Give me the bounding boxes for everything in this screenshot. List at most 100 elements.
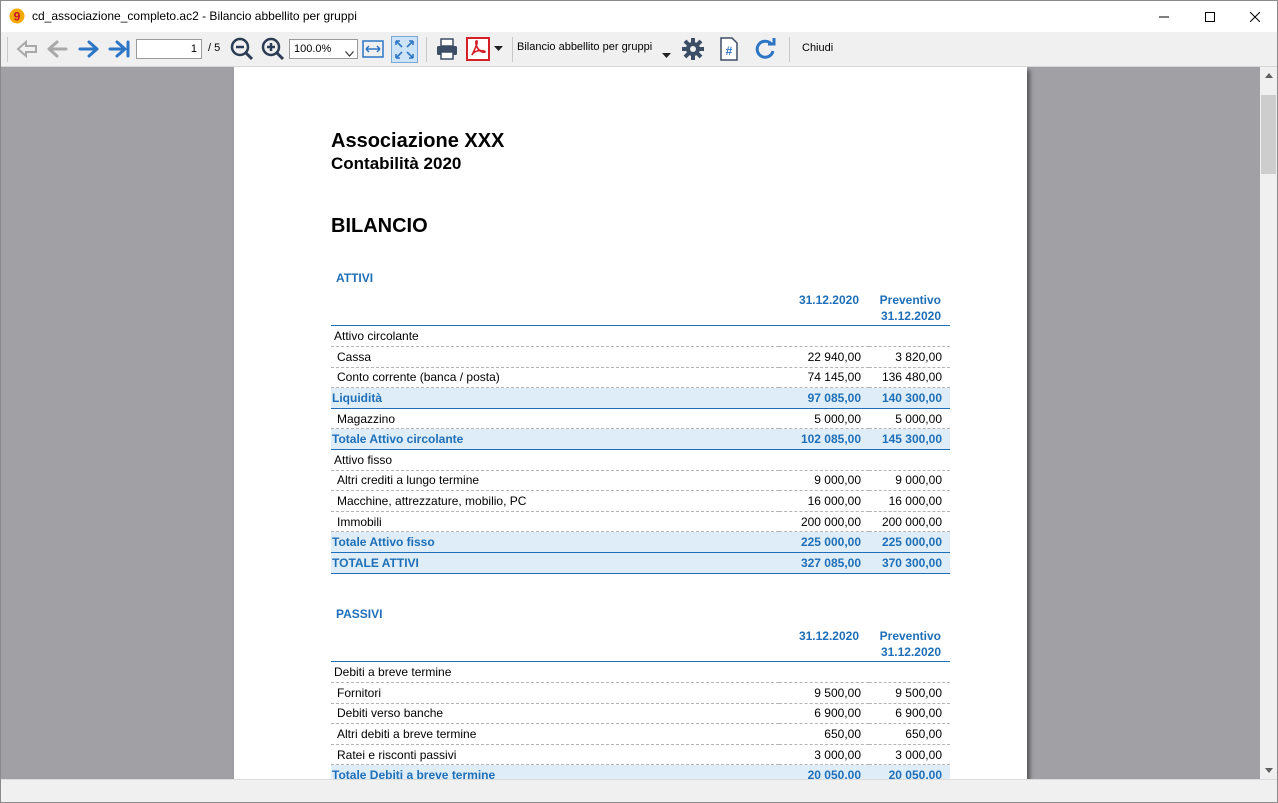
total-row: Liquidità 97 085,00 140 300,00: [331, 387, 950, 409]
table-row: Macchine, attrezzature, mobilio, PC 16 00…: [331, 490, 950, 512]
row-value-actual: 74 145,00: [779, 367, 869, 389]
section-title: PASSIVI: [336, 607, 383, 621]
column-header-budget-line1: Preventivo: [879, 293, 941, 307]
maximize-button[interactable]: [1187, 1, 1233, 32]
row-label: Attivo fisso: [331, 449, 779, 471]
group-header-row: Attivo fisso: [331, 449, 950, 471]
table-row: Cassa 22 940,00 3 820,00: [331, 346, 950, 368]
pdf-export-icon[interactable]: [465, 36, 491, 62]
row-label: TOTALE ATTIVI: [331, 552, 779, 574]
row-value-budget: [869, 449, 950, 471]
fit-page-toggle[interactable]: [391, 36, 418, 63]
row-label: Macchine, attrezzature, mobilio, PC: [331, 490, 779, 512]
toolbar-separator: [789, 37, 790, 62]
close-window-button[interactable]: [1232, 1, 1278, 32]
total-row: Totale Attivo circolante 102 085,00 145 30…: [331, 428, 950, 451]
scroll-up-icon[interactable]: [1260, 67, 1277, 84]
vertical-scrollbar[interactable]: [1260, 67, 1277, 779]
zoom-select[interactable]: 100.0%: [289, 39, 358, 59]
row-label: Immobili: [331, 511, 779, 533]
table-row: Conto corrente (banca / posta) 74 145,00 1…: [331, 367, 950, 389]
scrollbar-thumb[interactable]: [1261, 95, 1276, 174]
first-page-icon[interactable]: [14, 36, 40, 62]
organization-name: Associazione XXX: [331, 130, 505, 152]
row-label: Fornitori: [331, 682, 779, 704]
column-header-actual: 31.12.2020: [798, 293, 859, 307]
total-row: Totale Debiti a breve termine 20 050,00 20…: [331, 764, 950, 779]
row-value-actual: 22 940,00: [779, 346, 869, 368]
fit-width-icon[interactable]: [360, 36, 386, 62]
column-header-budget-line2: 31.12.2020: [880, 309, 941, 323]
table-row: Fornitori 9 500,00 9 500,00: [331, 682, 950, 704]
attivi-table: Attivo circolante Cassa 22 940,00 3 820,00 C…: [331, 326, 950, 574]
column-header-budget: Preventivo 31.12.2020: [861, 628, 941, 660]
page-number-hash-icon[interactable]: #: [716, 36, 742, 62]
toolbar-separator: [426, 37, 427, 62]
previous-page-icon[interactable]: [44, 36, 70, 62]
window-title: cd_associazione_completo.ac2 - Bilancio …: [32, 9, 357, 23]
row-label: Cassa: [331, 346, 779, 368]
zoom-in-icon[interactable]: [260, 36, 286, 62]
svg-text:9: 9: [14, 10, 21, 24]
table-row: Magazzino 5 000,00 5 000,00: [331, 408, 950, 430]
row-value-budget: 3 820,00: [869, 346, 950, 368]
table-row: Altri debiti a breve termine 650,00 650,00: [331, 723, 950, 745]
attivi-section: ATTIVI 31.12.2020 Preventivo 31.12.2020 …: [331, 270, 950, 580]
passivi-table: Debiti a breve termine Fornitori 9 500,00 9…: [331, 662, 950, 779]
row-label: Altri debiti a breve termine: [331, 723, 779, 745]
report-subtitle: Contabilità 2020: [331, 154, 462, 173]
report-title: BILANCIO: [331, 215, 428, 237]
row-value-actual: [779, 326, 869, 348]
row-value-actual: 650,00: [779, 723, 869, 745]
row-value-budget: 136 480,00: [869, 367, 950, 389]
row-value-actual: 102 085,00: [779, 428, 869, 451]
last-page-icon[interactable]: [106, 36, 132, 62]
svg-text:#: #: [726, 44, 733, 58]
table-row: Debiti verso banche 6 900,00 6 900,00: [331, 703, 950, 725]
refresh-icon[interactable]: [752, 36, 778, 62]
row-label: Conto corrente (banca / posta): [331, 367, 779, 389]
row-value-budget: [869, 326, 950, 348]
total-row: Totale Attivo fisso 225 000,00 225 000,00: [331, 531, 950, 554]
minimize-button[interactable]: [1141, 1, 1187, 32]
group-header-row: Attivo circolante: [331, 326, 950, 348]
toolbar-grip: [7, 37, 8, 62]
zoom-out-icon[interactable]: [229, 36, 255, 62]
zoom-value: 100.0%: [294, 43, 332, 55]
column-header-budget: Preventivo 31.12.2020: [861, 292, 941, 324]
row-value-actual: 200 000,00: [779, 511, 869, 533]
toolbar: 1 / 5 100.0% Bilancio abbellito per grup…: [1, 32, 1277, 67]
gear-icon[interactable]: [680, 36, 706, 62]
status-bar: [1, 779, 1277, 802]
print-preview-area[interactable]: Associazione XXX Contabilità 2020 BILANC…: [1, 67, 1260, 779]
row-value-budget: [869, 662, 950, 684]
row-label: Debiti a breve termine: [331, 662, 779, 684]
report-selector[interactable]: Bilancio abbellito per gruppi: [517, 41, 652, 53]
print-icon[interactable]: [434, 36, 460, 62]
row-value-budget: 9 500,00: [869, 682, 950, 704]
table-row: Ratei e risconti passivi 3 000,00 3 000,00: [331, 744, 950, 766]
chevron-down-icon: [345, 45, 354, 63]
row-value-actual: [779, 449, 869, 471]
title-bar: 9 cd_associazione_completo.ac2 - Bilanci…: [1, 1, 1277, 32]
row-value-actual: 9 000,00: [779, 470, 869, 492]
row-value-budget: 16 000,00: [869, 490, 950, 512]
page-number-input[interactable]: 1: [136, 39, 202, 59]
row-value-actual: 225 000,00: [779, 531, 869, 554]
row-label: Attivo circolante: [331, 326, 779, 348]
scroll-down-icon[interactable]: [1260, 762, 1277, 779]
pdf-options-dropdown-icon[interactable]: [491, 36, 505, 62]
row-label: Totale Attivo fisso: [331, 531, 779, 554]
row-label: Debiti verso banche: [331, 703, 779, 725]
table-row: Altri crediti a lungo termine 9 000,00 9 0…: [331, 470, 950, 492]
row-value-budget: 370 300,00: [869, 552, 950, 574]
total-row: TOTALE ATTIVI 327 085,00 370 300,00: [331, 552, 950, 574]
row-value-budget: 200 000,00: [869, 511, 950, 533]
close-report-button[interactable]: Chiudi: [802, 42, 833, 54]
row-value-budget: 225 000,00: [869, 531, 950, 554]
row-value-budget: 3 000,00: [869, 744, 950, 766]
banana-app-icon: 9: [9, 8, 25, 24]
row-label: Totale Attivo circolante: [331, 428, 779, 451]
next-page-icon[interactable]: [76, 36, 102, 62]
report-dropdown-icon[interactable]: [662, 46, 671, 64]
